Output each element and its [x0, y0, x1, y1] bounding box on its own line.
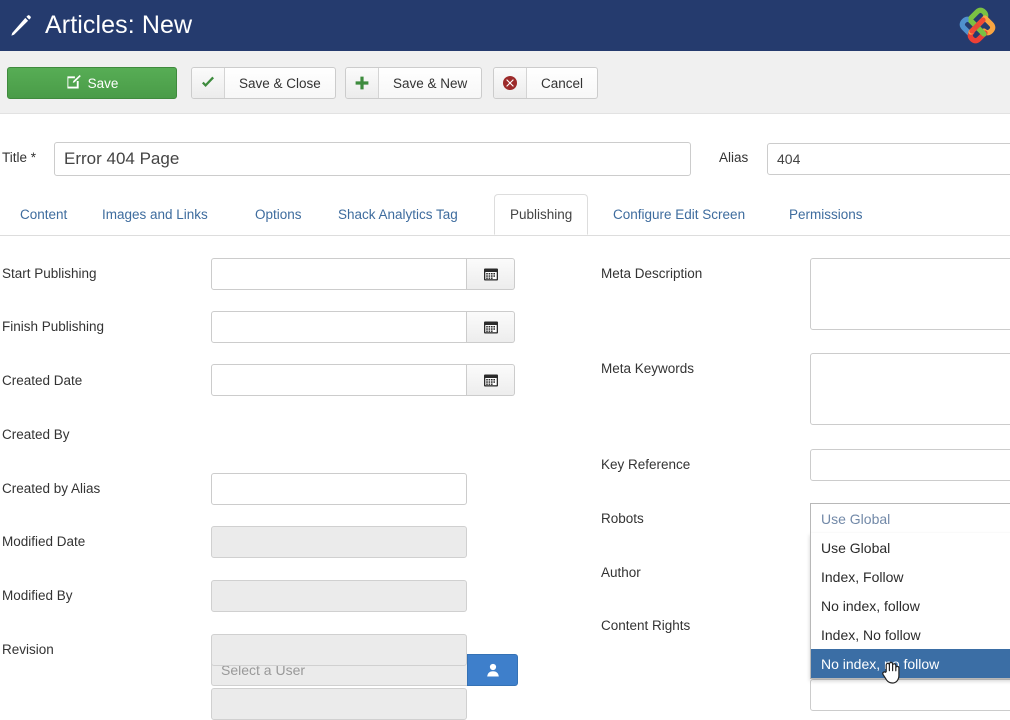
start-publishing-calendar-icon[interactable]: [467, 258, 515, 290]
robots-selected-value: Use Global: [821, 511, 890, 527]
user-picker-button[interactable]: [467, 654, 518, 686]
created-by-alias-input[interactable]: [211, 473, 467, 505]
tab-options[interactable]: Options: [239, 194, 318, 235]
tab-permissions[interactable]: Permissions: [773, 194, 879, 235]
save-close-button[interactable]: Save & Close: [191, 67, 336, 99]
author-label: Author: [601, 565, 641, 580]
start-publishing-label: Start Publishing: [2, 266, 97, 281]
meta-keywords-textarea[interactable]: [810, 353, 1010, 425]
meta-description-label: Meta Description: [601, 266, 702, 281]
cancel-x-icon: [494, 68, 527, 98]
tab-configure-edit-screen[interactable]: Configure Edit Screen: [597, 194, 761, 235]
finish-publishing-calendar-icon[interactable]: [467, 311, 515, 343]
modified-by-label: Modified By: [2, 588, 73, 603]
cancel-group[interactable]: Cancel: [493, 67, 598, 99]
robots-select[interactable]: Use Global: [810, 503, 1010, 533]
finish-publishing-label: Finish Publishing: [2, 319, 104, 334]
created-date-input[interactable]: [211, 364, 467, 396]
modified-by-input: [211, 580, 467, 612]
tab-publishing[interactable]: Publishing: [494, 194, 588, 235]
user-icon: [485, 662, 501, 678]
robots-dropdown-list[interactable]: Use Global Index, Follow No index, follo…: [810, 533, 1010, 679]
check-icon: [192, 68, 225, 98]
created-date-label: Created Date: [2, 373, 82, 388]
plus-icon: [346, 68, 379, 98]
key-reference-input[interactable]: [810, 449, 1010, 481]
save-close-label: Save & Close: [225, 68, 335, 98]
robots-option-no-index-follow[interactable]: No index, follow: [811, 591, 1010, 620]
meta-keywords-label: Meta Keywords: [601, 361, 694, 376]
pencil-icon: [8, 13, 34, 39]
robots-option-index-follow[interactable]: Index, Follow: [811, 562, 1010, 591]
app-header: Articles: New: [0, 0, 1010, 51]
content-rights-label: Content Rights: [601, 618, 690, 633]
robots-option-index-no-follow[interactable]: Index, No follow: [811, 620, 1010, 649]
finish-publishing-input[interactable]: [211, 311, 467, 343]
robots-option-use-global[interactable]: Use Global: [811, 533, 1010, 562]
save-new-label: Save & New: [379, 68, 481, 98]
robots-label: Robots: [601, 511, 644, 526]
created-date-calendar-icon[interactable]: [467, 364, 515, 396]
tab-content[interactable]: Content: [4, 194, 83, 235]
tab-images-and-links[interactable]: Images and Links: [86, 194, 224, 235]
joomla-logo: [955, 3, 1001, 49]
meta-description-textarea[interactable]: [810, 258, 1010, 330]
created-by-label: Created By: [2, 427, 70, 442]
tab-shack-analytics-tag[interactable]: Shack Analytics Tag: [322, 194, 474, 235]
start-publishing-input[interactable]: [211, 258, 467, 290]
modified-date-input: [211, 526, 467, 558]
alias-input[interactable]: [767, 143, 1010, 175]
key-reference-label: Key Reference: [601, 457, 690, 472]
revision-label: Revision: [2, 642, 54, 657]
alias-field-label: Alias: [719, 150, 748, 165]
save-disk-icon: [66, 74, 81, 92]
save-button[interactable]: Save: [7, 67, 177, 99]
save-new-group[interactable]: Save & New: [345, 67, 482, 99]
page-title: Articles: New: [45, 13, 192, 38]
revision-input: [211, 634, 467, 666]
save-close-group[interactable]: Save & Close: [191, 67, 336, 99]
save-button-label: Save: [88, 76, 119, 91]
cancel-label: Cancel: [527, 68, 597, 98]
author-input[interactable]: [810, 679, 1010, 711]
save-new-button[interactable]: Save & New: [345, 67, 482, 99]
title-field-label: Title *: [2, 150, 36, 165]
cancel-button[interactable]: Cancel: [493, 67, 598, 99]
created-by-alias-label: Created by Alias: [2, 481, 100, 496]
robots-option-no-index-no-follow[interactable]: No index, no follow: [811, 649, 1010, 678]
tab-bar: Content Images and Links Options Shack A…: [0, 194, 1010, 236]
modified-date-label: Modified Date: [2, 534, 85, 549]
hits-input-partial: [211, 688, 467, 720]
title-input[interactable]: [54, 142, 691, 176]
